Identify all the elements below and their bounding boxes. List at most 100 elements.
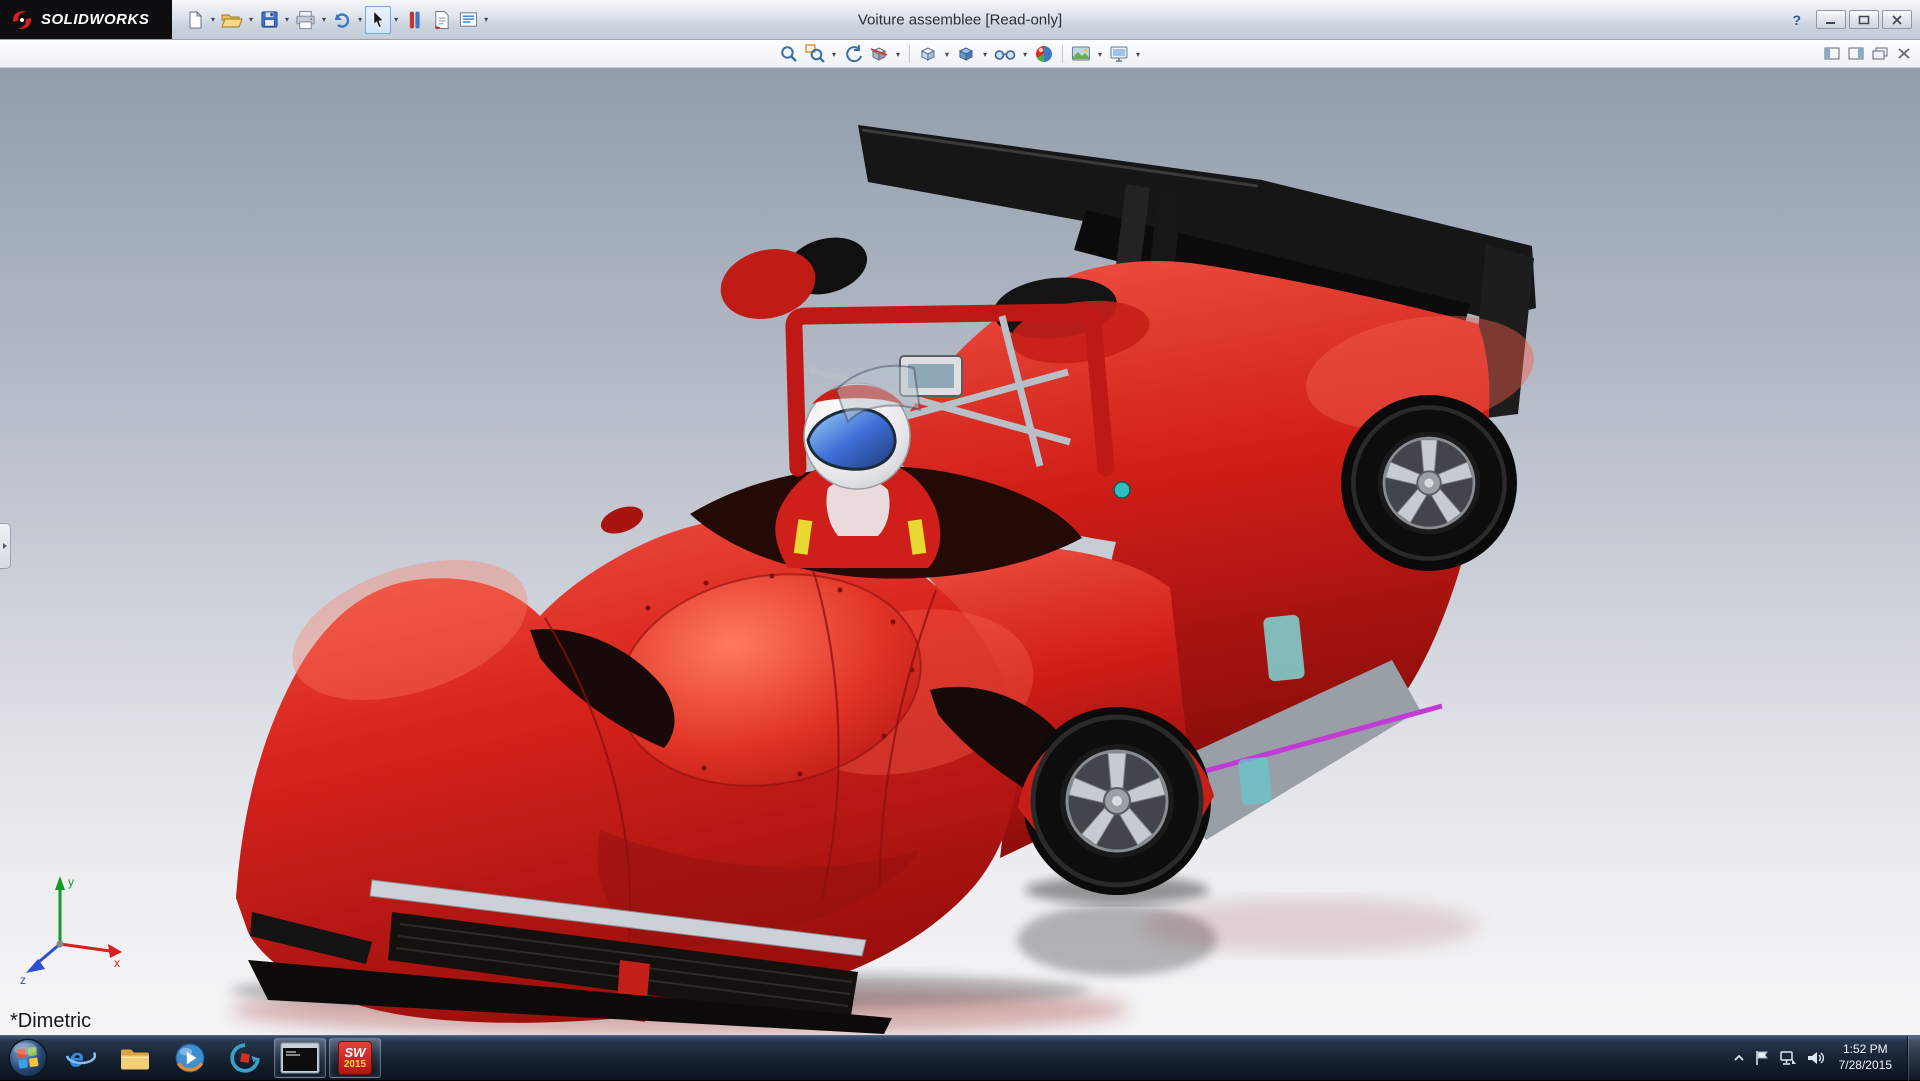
toolbar-divider [1062, 45, 1063, 63]
display-style-dropdown[interactable]: ▾ [983, 50, 987, 59]
file-properties-button[interactable] [428, 6, 454, 34]
print-icon [295, 10, 316, 30]
restore-pane-icon [1872, 47, 1888, 60]
open-button[interactable] [218, 6, 246, 34]
volume-button[interactable] [1806, 1050, 1824, 1066]
rear-right-wheel [1353, 407, 1504, 558]
new-dropdown[interactable]: ▾ [211, 15, 215, 24]
close-pane-button[interactable] [1894, 45, 1914, 62]
collapse-left-pane-icon [1824, 47, 1840, 60]
undo-dropdown[interactable]: ▾ [358, 15, 362, 24]
panel-expand-tab[interactable] [0, 523, 11, 569]
flag-icon [1754, 1050, 1770, 1066]
options-dropdown[interactable]: ▾ [484, 15, 488, 24]
select-dropdown[interactable]: ▾ [394, 15, 398, 24]
pane-controls [1822, 45, 1914, 62]
new-button[interactable] [182, 6, 208, 34]
media-player-icon [174, 1042, 206, 1074]
collapse-right-pane-button[interactable] [1846, 45, 1866, 62]
taskbar: e [0, 1035, 1920, 1080]
solidworks-2015-icon: SW 2015 [338, 1041, 372, 1075]
undo-icon [332, 11, 352, 29]
section-dropdown[interactable]: ▾ [896, 50, 900, 59]
taskbar-item-command-prompt[interactable] [274, 1038, 326, 1078]
hide-show-dropdown[interactable]: ▾ [1023, 50, 1027, 59]
heads-up-tools: ▾ ▾ [778, 40, 1142, 68]
edit-appearance-button[interactable] [1033, 42, 1055, 66]
display-style-icon [956, 44, 976, 64]
zoom-dropdown[interactable]: ▾ [832, 50, 836, 59]
select-cursor-icon [371, 10, 386, 29]
hide-show-items-button[interactable] [993, 42, 1017, 66]
svg-text:e: e [69, 1045, 83, 1073]
solidworks-logo-icon [10, 8, 34, 32]
instant3d-button[interactable] [401, 6, 427, 34]
tray-expand-button[interactable] [1733, 1054, 1745, 1062]
maximize-icon [1858, 15, 1870, 25]
orientation-dropdown[interactable]: ▾ [945, 50, 949, 59]
zoom-to-fit-button[interactable] [778, 42, 800, 66]
show-desktop-button[interactable] [1907, 1036, 1920, 1081]
minimize-button[interactable] [1816, 10, 1846, 29]
select-button[interactable] [365, 6, 391, 34]
view-orientation-label: *Dimetric [10, 1010, 91, 1033]
save-icon [260, 10, 279, 29]
triad-x-label: x [114, 956, 120, 970]
toolbar-divider [909, 45, 910, 63]
start-button[interactable] [4, 1036, 52, 1080]
view-orientation-button[interactable] [917, 42, 939, 66]
side-mirror [597, 501, 647, 539]
previous-view-icon [843, 44, 863, 64]
network-button[interactable] [1779, 1050, 1797, 1066]
viewport-3d[interactable]: y x z *Dimetric [0, 68, 1920, 1035]
solidworks-app-icon [229, 1042, 261, 1074]
collapse-left-pane-button[interactable] [1822, 45, 1842, 62]
collapse-right-pane-icon [1848, 47, 1864, 60]
view-settings-button[interactable] [1108, 42, 1130, 66]
taskbar-item-solidworks-2015[interactable]: SW 2015 [329, 1038, 381, 1078]
race-car-model[interactable] [236, 125, 1542, 1034]
network-icon [1779, 1050, 1797, 1066]
options-button[interactable] [455, 6, 481, 34]
chevron-up-icon [1733, 1054, 1745, 1062]
folder-icon [119, 1045, 151, 1072]
zoom-to-area-button[interactable] [804, 42, 826, 66]
taskbar-clock[interactable]: 1:52 PM 7/28/2015 [1833, 1042, 1898, 1073]
orientation-triad: y x z [18, 872, 128, 987]
help-button[interactable]: ? [1792, 12, 1801, 28]
previous-view-button[interactable] [842, 42, 864, 66]
restore-pane-button[interactable] [1870, 45, 1890, 62]
apply-scene-button[interactable] [1070, 42, 1092, 66]
clock-time: 1:52 PM [1839, 1042, 1892, 1058]
taskbar-item-solidworks[interactable] [219, 1038, 271, 1078]
triad-z-label: z [20, 973, 26, 987]
open-icon [221, 11, 243, 29]
print-button[interactable] [292, 6, 319, 34]
model-canvas[interactable] [0, 68, 1920, 1035]
view-orientation-icon [918, 44, 938, 64]
system-tray: 1:52 PM 7/28/2015 [1733, 1036, 1920, 1080]
taskbar-item-internet-explorer[interactable]: e [54, 1038, 106, 1078]
triad-y-label: y [68, 875, 74, 889]
section-view-button[interactable] [868, 42, 890, 66]
taskbar-item-windows-explorer[interactable] [109, 1038, 161, 1078]
undo-button[interactable] [329, 6, 355, 34]
brand-text: SOLIDWORKS [41, 11, 149, 28]
front-right-wheel [1033, 717, 1201, 885]
view-settings-dropdown[interactable]: ▾ [1136, 50, 1140, 59]
display-style-button[interactable] [955, 42, 977, 66]
apply-scene-dropdown[interactable]: ▾ [1098, 50, 1102, 59]
print-dropdown[interactable]: ▾ [322, 15, 326, 24]
maximize-button[interactable] [1849, 10, 1879, 29]
action-center-button[interactable] [1754, 1050, 1770, 1066]
close-icon [1891, 15, 1903, 25]
save-button[interactable] [256, 6, 282, 34]
close-button[interactable] [1882, 10, 1912, 29]
taskbar-item-media-player[interactable] [164, 1038, 216, 1078]
open-dropdown[interactable]: ▾ [249, 15, 253, 24]
save-dropdown[interactable]: ▾ [285, 15, 289, 24]
view-settings-icon [1109, 44, 1129, 64]
clock-date: 7/28/2015 [1839, 1058, 1892, 1074]
instant3d-icon [408, 10, 421, 30]
titlebar[interactable]: SOLIDWORKS ▾ ▾ [0, 0, 1920, 40]
